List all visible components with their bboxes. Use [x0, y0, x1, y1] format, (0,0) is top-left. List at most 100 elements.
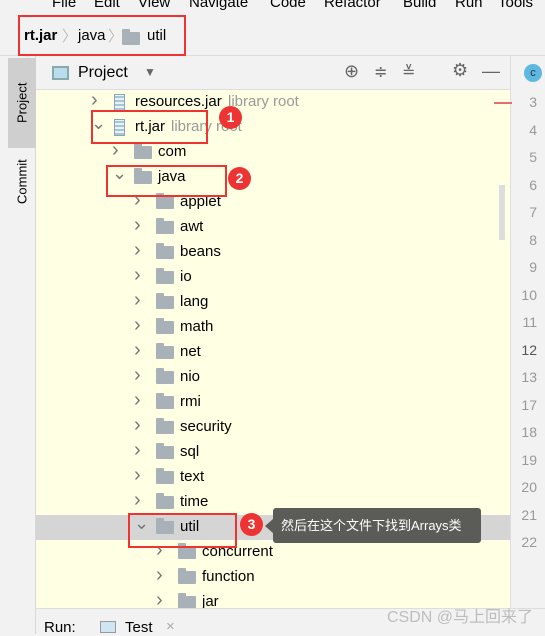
annotation-badge-2: 2 [228, 167, 251, 190]
chevron-down-icon[interactable]: ▼ [144, 65, 156, 79]
tree-node-label: com [158, 143, 187, 160]
tree-node-security[interactable]: › security [36, 414, 510, 440]
tree-node-sql[interactable]: › sql [36, 439, 510, 465]
expand-all-icon[interactable]: ≑ [374, 62, 387, 82]
line-number: 3 [529, 94, 537, 110]
chevron-right-icon[interactable]: › [134, 264, 144, 286]
annotation-badge-3: 3 [240, 513, 263, 536]
line-number: 10 [521, 286, 537, 303]
menu-item-build[interactable]: Build [403, 0, 436, 11]
locate-icon[interactable]: ⊕ [344, 61, 359, 82]
chevron-right-icon[interactable]: › [134, 489, 144, 511]
menu-item-code[interactable]: Code [270, 0, 306, 11]
tree-node-label: function [202, 568, 255, 585]
tool-window-stripe: Project Commit [8, 56, 36, 634]
line-number: 7 [529, 204, 537, 220]
tree-node-lang[interactable]: › lang [36, 289, 510, 315]
chevron-right-icon[interactable]: › [91, 90, 101, 111]
folder-icon [178, 593, 196, 608]
tree-node-net[interactable]: › net [36, 339, 510, 365]
tree-node-beans[interactable]: › beans [36, 239, 510, 265]
tree-node-label: text [180, 468, 205, 485]
tree-node-function[interactable]: › function [36, 564, 510, 590]
commit-tool-tab[interactable]: Commit [8, 154, 36, 209]
project-view-icon [52, 66, 69, 80]
tree-node-label: resources.jar [135, 93, 222, 110]
tree-node-label: rmi [180, 393, 201, 410]
line-number: 5 [529, 149, 537, 165]
tree-node-label: io [180, 268, 192, 285]
project-panel-header: Project ▼ ⊕ ≑ ≚ ⚙ — [36, 56, 510, 90]
annotation-badge-1: 1 [219, 106, 242, 129]
chevron-right-icon[interactable]: › [134, 414, 144, 436]
chevron-right-icon[interactable]: › [134, 389, 144, 411]
scrollbar-thumb[interactable] [499, 185, 505, 240]
folder-icon [156, 468, 174, 484]
tree-node-label: nio [180, 368, 201, 385]
chevron-right-icon[interactable]: › [134, 314, 144, 336]
annotation-box-java [106, 165, 227, 197]
chevron-right-icon[interactable]: › [134, 239, 144, 261]
menu-bar: File Edit View Navigate Code Refactor Build Run… [0, 0, 545, 12]
jar-icon [114, 94, 125, 111]
folder-icon [156, 443, 174, 459]
gear-icon[interactable]: ⚙ [452, 60, 468, 81]
close-icon[interactable]: × [166, 618, 175, 635]
class-icon: c [524, 64, 542, 82]
tree-node-label: math [180, 318, 214, 335]
editor-tab[interactable]: c [510, 56, 545, 90]
folder-icon [178, 568, 196, 584]
tree-node-nio[interactable]: › nio [36, 364, 510, 390]
tree-node-awt[interactable]: › awt [36, 214, 510, 240]
tree-node-label: beans [180, 243, 221, 260]
chevron-right-icon[interactable]: › [156, 589, 166, 608]
tree-node-math[interactable]: › math [36, 314, 510, 340]
annotation-box-rtjar [91, 110, 208, 144]
tree-node-label: sql [180, 443, 200, 460]
folder-icon [156, 243, 174, 259]
menu-item-edit[interactable]: Edit [94, 0, 120, 11]
chevron-right-icon[interactable]: › [134, 289, 144, 311]
line-number: 6 [529, 176, 537, 193]
chevron-right-icon[interactable]: › [134, 439, 144, 461]
project-tab-label: Project [14, 82, 30, 124]
tree-node-label: awt [180, 218, 204, 235]
folder-icon [134, 143, 152, 159]
folder-icon [156, 293, 174, 309]
annotation-box-breadcrumb [18, 15, 186, 56]
collapse-all-icon[interactable]: ≚ [402, 62, 415, 82]
error-marker [494, 102, 512, 104]
panel-title[interactable]: Project [78, 64, 128, 82]
folder-icon [156, 418, 174, 434]
project-tool-tab[interactable]: Project [8, 58, 36, 148]
tree-node-io[interactable]: › io [36, 264, 510, 290]
editor-gutter: 3 4 5 6 7 8 9 10 11 12 13 17 18 19 20 21 22 [494, 90, 545, 608]
minimize-icon[interactable]: — [482, 61, 500, 82]
tree-node-concurrent[interactable]: › concurrent [36, 539, 510, 565]
folder-icon [156, 218, 174, 234]
menu-item-view[interactable]: View [138, 0, 170, 11]
chevron-right-icon[interactable]: › [156, 564, 166, 586]
chevron-right-icon[interactable]: › [134, 339, 144, 361]
folder-icon [156, 493, 174, 509]
line-number: 11 [522, 314, 537, 330]
chevron-right-icon[interactable]: › [134, 464, 144, 486]
tree-node-text[interactable]: › text [36, 464, 510, 490]
folder-icon [156, 268, 174, 284]
menu-item-tools[interactable]: Tools [498, 0, 533, 11]
run-tab-test[interactable]: Test [125, 619, 153, 636]
line-number: 17 [521, 396, 537, 413]
tree-node-label: jar [202, 593, 219, 608]
line-number: 8 [529, 231, 537, 248]
menu-item-run[interactable]: Run [455, 0, 483, 11]
chevron-right-icon[interactable]: › [134, 364, 144, 386]
tree-node-rmi[interactable]: › rmi [36, 389, 510, 415]
folder-icon [156, 368, 174, 384]
menu-item-file[interactable]: File [52, 0, 76, 11]
folder-icon [156, 193, 174, 209]
chevron-right-icon[interactable]: › [134, 214, 144, 236]
menu-item-refactor[interactable]: Refactor [324, 0, 381, 11]
menu-item-navigate[interactable]: Navigate [189, 0, 248, 11]
run-label: Run: [44, 619, 76, 636]
tree-node-label: time [180, 493, 209, 510]
